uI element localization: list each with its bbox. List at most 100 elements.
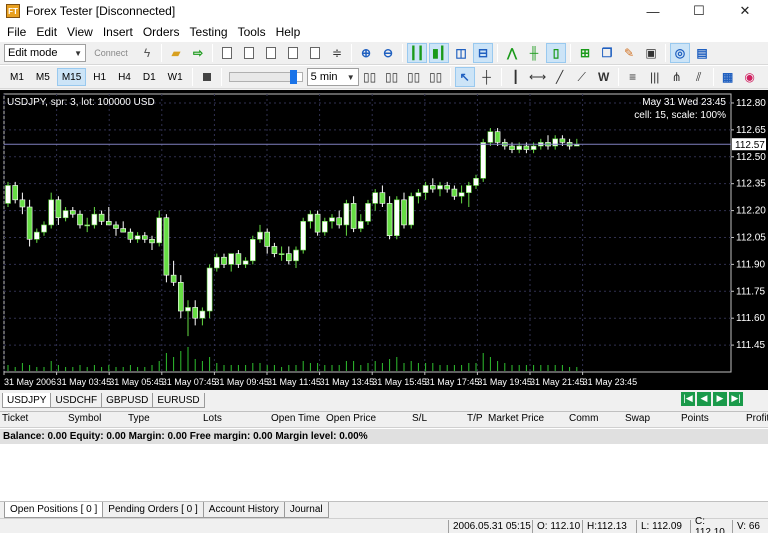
ray-line-icon[interactable]: ⟋ [572, 67, 592, 87]
close-button[interactable]: ✕ [722, 0, 768, 22]
fibo-lines-icon[interactable]: ||| [645, 67, 665, 87]
menu-tools[interactable]: Tools [233, 25, 271, 39]
line-chart-icon[interactable]: ⋀ [502, 43, 522, 63]
chart-canvas[interactable]: 112.80 112.65 112.50 112.35 112.20 112.05 111.… [0, 90, 768, 390]
stop-icon[interactable] [197, 67, 217, 87]
vertical-line-icon[interactable]: ┃ [506, 67, 526, 87]
col-symbol[interactable]: Symbol [68, 413, 101, 424]
export-icon[interactable]: ⇨ [188, 43, 208, 63]
col-sl[interactable]: S/L [412, 413, 427, 424]
new-order-icon[interactable]: ⊞ [575, 43, 595, 63]
col-swap[interactable]: Swap [625, 413, 650, 424]
menu-testing[interactable]: Testing [185, 25, 233, 39]
new-document-icon[interactable] [217, 43, 237, 63]
step-end-icon[interactable]: ▯▯ [426, 67, 446, 87]
timeframe-m1[interactable]: M1 [5, 68, 29, 86]
menu-edit[interactable]: Edit [31, 25, 62, 39]
horizontal-line-icon[interactable]: ⟷ [528, 67, 548, 87]
tab-open-positions[interactable]: Open Positions [ 0 ] [4, 502, 104, 518]
symbol-tab-usdjpy[interactable]: USDJPY [2, 393, 52, 408]
align-icon[interactable]: ≑ [327, 43, 347, 63]
brush-icon[interactable]: ✎ [619, 43, 639, 63]
timeframe-m5[interactable]: M5 [31, 68, 55, 86]
menu-file[interactable]: File [2, 25, 31, 39]
step-select[interactable]: 5 min ▼ [306, 68, 359, 86]
document-icon[interactable] [305, 43, 325, 63]
candle-body [357, 221, 364, 229]
scroll-last-icon[interactable]: ▶| [729, 391, 743, 406]
lightning-icon[interactable]: ϟ [137, 43, 157, 63]
zoom-out-icon[interactable]: ⊖ [378, 43, 398, 63]
col-lots[interactable]: Lots [203, 413, 222, 424]
mode-select[interactable]: Edit mode ▼ [4, 44, 86, 62]
candle-body [516, 145, 523, 150]
candles-icon[interactable]: ▯ [546, 43, 566, 63]
time-tick-label: 31 May 2006 [4, 377, 56, 387]
col-tp[interactable]: T/P [467, 413, 483, 424]
tab-account-history[interactable]: Account History [202, 502, 285, 518]
zoom-in-icon[interactable]: ⊕ [356, 43, 376, 63]
scroll-first-icon[interactable]: |◀ [681, 391, 695, 406]
save-icon[interactable]: ▣ [641, 43, 661, 63]
timeframe-h1[interactable]: H1 [88, 68, 111, 86]
candle-body [55, 199, 62, 219]
speed-slider-thumb[interactable] [290, 70, 298, 84]
scroll-right-icon[interactable]: ▶ [713, 391, 727, 406]
channel-icon[interactable]: ≡ [623, 67, 643, 87]
tab-pending-orders[interactable]: Pending Orders [ 0 ] [102, 502, 204, 518]
symbol-tab-usdchf[interactable]: USDCHF [50, 393, 103, 408]
timeframe-h4[interactable]: H4 [113, 68, 136, 86]
tab-journal[interactable]: Journal [283, 502, 329, 518]
cursor-icon[interactable]: ↖ [454, 67, 475, 87]
trend-line-icon[interactable]: ╱ [550, 67, 570, 87]
indicators-icon[interactable]: ▦ [718, 67, 738, 87]
menu-orders[interactable]: Orders [138, 25, 185, 39]
col-open-time[interactable]: Open Time [271, 413, 320, 424]
palette-icon[interactable]: ◉ [740, 67, 760, 87]
settings-icon[interactable]: ◎ [670, 43, 690, 63]
windows-icon[interactable]: ❐ [597, 43, 617, 63]
document-icon[interactable] [261, 43, 281, 63]
timeframe-d1[interactable]: D1 [138, 68, 161, 86]
col-comm[interactable]: Comm [569, 413, 598, 424]
split-horizontal-icon[interactable]: ⊟ [473, 43, 493, 63]
menu-view[interactable]: View [62, 25, 98, 39]
col-type[interactable]: Type [128, 413, 150, 424]
fibo-fan-icon[interactable]: ⋔ [667, 67, 687, 87]
connect-button[interactable]: Connect [87, 43, 135, 63]
symbol-tab-gbpusd[interactable]: GBPUSD [101, 393, 154, 408]
timeframe-m15[interactable]: M15 [56, 68, 87, 86]
scroll-left-icon[interactable]: ◀ [697, 391, 711, 406]
document-icon[interactable] [283, 43, 303, 63]
crosshair-icon[interactable]: ┼ [477, 67, 497, 87]
col-points[interactable]: Points [681, 413, 709, 424]
menu-bar: File Edit View Insert Orders Testing Too… [0, 22, 768, 41]
maximize-button[interactable]: ☐ [676, 0, 722, 22]
wave-tool-icon[interactable]: W [594, 67, 614, 87]
candle-body [41, 224, 47, 233]
document-icon[interactable] [239, 43, 259, 63]
minimize-button[interactable]: — [630, 0, 676, 22]
split-vertical-icon[interactable]: ◫ [451, 43, 471, 63]
candle-chart-icon[interactable]: ▮┃ [429, 43, 449, 63]
col-ticket[interactable]: Ticket [2, 413, 28, 424]
fibo-arc-icon[interactable]: ⫽ [689, 67, 709, 87]
step-back-icon[interactable]: ▯▯ [360, 67, 380, 87]
col-open-price[interactable]: Open Price [326, 413, 376, 424]
properties-icon[interactable]: ▤ [692, 43, 712, 63]
step-forward-icon[interactable]: ▯▯ [404, 67, 424, 87]
timeframe-w1[interactable]: W1 [163, 68, 188, 86]
speed-slider[interactable] [228, 70, 303, 84]
candle-body [321, 221, 328, 233]
step-icon[interactable]: ▯▯ [382, 67, 402, 87]
menu-help[interactable]: Help [271, 25, 306, 39]
candle-body [264, 231, 271, 247]
bars-icon[interactable]: ╫ [524, 43, 544, 63]
symbol-tab-eurusd[interactable]: EURUSD [152, 393, 205, 408]
col-market-price[interactable]: Market Price [488, 413, 544, 424]
menu-insert[interactable]: Insert [98, 25, 138, 39]
col-profit[interactable]: Profit [746, 413, 768, 424]
price-chart[interactable]: 112.80 112.65 112.50 112.35 112.20 112.05 111.… [0, 90, 768, 390]
bar-chart-icon[interactable]: ┃┃ [407, 43, 427, 63]
open-folder-icon[interactable]: ▰ [166, 43, 186, 63]
